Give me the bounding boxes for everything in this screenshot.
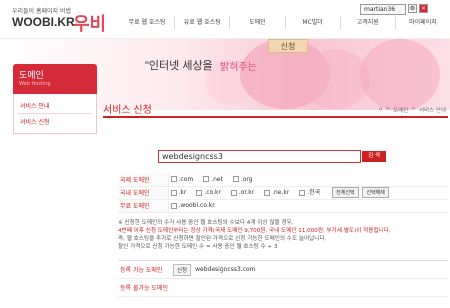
banner-slogan: "인터넷 세상을	[145, 60, 213, 72]
tld-option[interactable]: .com	[170, 176, 193, 183]
banner-slogan-highlight: 밝혀주는	[220, 62, 257, 73]
home-icon[interactable]: ⌂	[379, 106, 383, 114]
breadcrumb-sep: >	[411, 106, 416, 112]
breadcrumb-domain[interactable]: 도메인	[393, 106, 408, 114]
applied-domains: 등록 가능 도메인 신청 webdesigncss3.com 등록 불가능 도메…	[118, 260, 448, 297]
title-row: 서비스 신청 ⌂ > 도메인 > 서비스 안내	[103, 98, 448, 118]
tld-option[interactable]: .org	[232, 176, 253, 183]
gnb-domain[interactable]: 도메인	[229, 16, 284, 30]
breadcrumb: ⌂ > 도메인 > 서비스 안내	[379, 106, 446, 114]
select-all-button[interactable]: 전체선택	[332, 187, 359, 198]
checkbox[interactable]	[232, 176, 239, 183]
gnb-free-hosting[interactable]: 무료 웹 호스팅	[120, 16, 174, 30]
apply-badge[interactable]: 신청	[173, 263, 192, 276]
checkbox[interactable]	[299, 189, 306, 196]
tld-table: 국제 도메인 .com .net .org 국내 도메인 .kr .co.kr …	[118, 173, 448, 213]
deselect-button[interactable]: 선택해제	[362, 187, 389, 198]
available-domains-label: 등록 가능 도메인	[120, 267, 163, 274]
available-domain: webdesigncss3.com	[195, 266, 256, 273]
close-icon[interactable]: ×	[419, 4, 428, 13]
page-title: 서비스 신청	[103, 105, 152, 116]
logo[interactable]: WOOBI.KR	[12, 15, 75, 29]
tld-label: 국제 도메인	[118, 173, 169, 187]
sidebar-menu: 서비스 안내 서비스 신청	[13, 94, 97, 134]
domain-search-input[interactable]: webdesigncss3	[158, 150, 361, 163]
notice: ※ 신청한 도메인의 수가 사용 중인 웹 호스팅의 수보다 4개 이상 많을 …	[118, 219, 448, 251]
gnb-mypage[interactable]: 마이페이지	[394, 16, 450, 30]
user-utility: martian36 ⚙ ×	[360, 4, 428, 15]
sidebar-header: 도메인 Web Hosting	[13, 64, 97, 94]
tld-option[interactable]: .co.kr	[196, 189, 221, 196]
checkbox[interactable]	[264, 189, 271, 196]
gnb-mcbuilder[interactable]: MC빌더	[284, 16, 340, 30]
tld-option[interactable]: .or.kr	[230, 189, 254, 196]
checkbox[interactable]	[170, 202, 177, 209]
tld-option[interactable]: .ne.kr	[264, 189, 289, 196]
tld-options: .kr .co.kr .or.kr .ne.kr .한국 전체선택 선택해제	[168, 186, 448, 200]
global-nav: 무료 웹 호스팅 유료 웹 호스팅 도메인 MC빌더 고객지원 마이페이지	[120, 16, 450, 30]
main-content: 서비스 신청 ⌂ > 도메인 > 서비스 안내	[103, 98, 448, 118]
settings-icon[interactable]: ⚙	[408, 4, 417, 13]
sidebar-item-service-apply[interactable]: 서비스 신청	[18, 114, 92, 129]
table-row: 국내 도메인 .kr .co.kr .or.kr .ne.kr .한국 전체선택…	[118, 186, 448, 200]
user-id: martian36	[360, 4, 406, 15]
tld-option[interactable]: .net	[203, 176, 223, 183]
sidebar-item-service-info[interactable]: 서비스 안내	[18, 98, 92, 114]
checkbox[interactable]	[170, 176, 177, 183]
search-button[interactable]: 검 색	[362, 151, 386, 162]
notice-line: ※ 신청한 도메인의 수가 사용 중인 웹 호스팅의 수보다 4개 이상 많을 …	[118, 220, 294, 226]
banner-tag: 신청	[268, 39, 308, 53]
sidebar-subtitle: Web Hosting	[19, 81, 51, 87]
notice-line: 할인 가격으로 신청 가능한 도메인 수 = 사용 중인 웹 호스팅 수 + 3	[118, 244, 278, 250]
tld-option[interactable]: .woobi.co.kr	[170, 202, 215, 209]
breadcrumb-sep: >	[385, 106, 391, 112]
domain-search: webdesigncss3 검 색	[158, 150, 450, 166]
header: 우리들이 홈페이지 비법 WOOBI.KR 우비 martian36 ⚙ × 무…	[0, 0, 450, 38]
tld-options: .woobi.co.kr	[168, 199, 448, 213]
gnb-support[interactable]: 고객지원	[339, 16, 395, 30]
unavailable-domains-row: 등록 불가능 도메인	[118, 279, 448, 297]
logo-tagline: 우리들이 홈페이지 비법	[12, 8, 72, 15]
breadcrumb-current: 서비스 안내	[418, 108, 446, 114]
available-domains-row: 등록 가능 도메인 신청 webdesigncss3.com	[118, 261, 448, 279]
tld-label: 무료 도메인	[118, 199, 169, 213]
sidebar: 도메인 Web Hosting 서비스 안내 서비스 신청	[13, 64, 97, 134]
unavailable-domains-label: 등록 불가능 도메인	[120, 285, 168, 292]
tld-label: 국내 도메인	[118, 186, 169, 200]
logo-mark[interactable]: 우비	[73, 10, 106, 36]
tld-option[interactable]: .kr	[170, 189, 186, 196]
sidebar-title: 도메인	[19, 70, 44, 80]
tld-option[interactable]: .한국	[299, 187, 320, 196]
table-row: 국제 도메인 .com .net .org	[118, 173, 448, 187]
gnb-paid-hosting[interactable]: 유료 웹 호스팅	[174, 16, 229, 30]
checkbox[interactable]	[203, 176, 210, 183]
notice-line: 즉, 웹 호스팅을 추가로 신청하면 할인된 가격으로 신청 가능한 도메인의 …	[118, 236, 327, 242]
tld-options: .com .net .org	[168, 173, 448, 187]
table-row: 무료 도메인 .woobi.co.kr	[118, 199, 448, 213]
checkbox[interactable]	[170, 189, 177, 196]
notice-line: 4번째 이후 신청 도메인부터는 정상 가격(국제 도메인 9,700원, 국내…	[118, 228, 391, 234]
checkbox[interactable]	[230, 189, 237, 196]
checkbox[interactable]	[196, 189, 203, 196]
